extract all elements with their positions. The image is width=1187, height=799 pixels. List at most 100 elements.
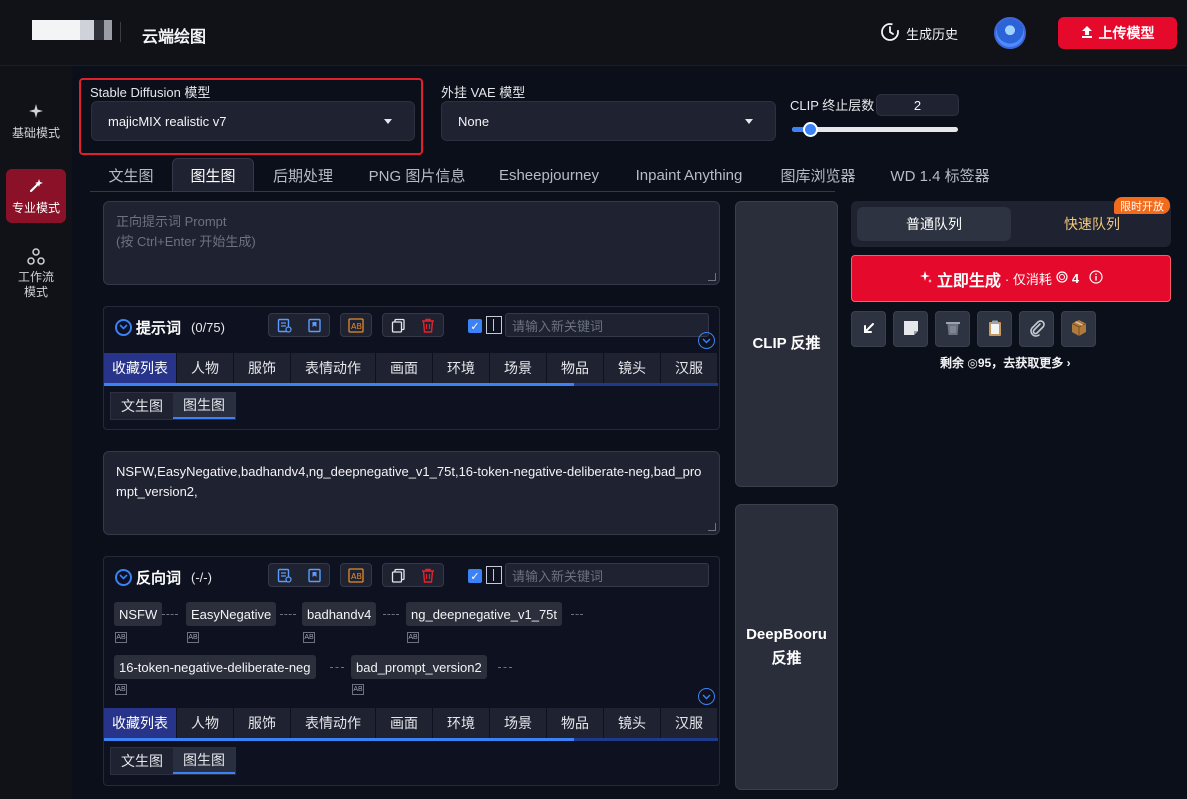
prompt-tool-group-1 — [268, 313, 330, 337]
translate-ab-icon[interactable]: AB — [341, 564, 371, 586]
deepbooru-interrogate-button[interactable]: DeepBooru 反推 — [735, 504, 838, 790]
bookmark-icon[interactable] — [299, 564, 329, 586]
category-hanfu[interactable]: 汉服 — [661, 708, 718, 738]
negative-prompt-textarea[interactable]: NSFW,EasyNegative,badhandv4,ng_deepnegat… — [103, 451, 720, 535]
paste-button[interactable] — [977, 311, 1012, 347]
tab-txt2img[interactable]: 文生图 — [90, 158, 172, 192]
tab-inpaint-anything[interactable]: Inpaint Anything — [624, 158, 754, 192]
nav-label: 工作流模式 — [17, 270, 54, 299]
translate-ab-icon[interactable]: AB — [341, 314, 371, 336]
category-person[interactable]: 人物 — [177, 708, 234, 738]
list-settings-icon[interactable] — [269, 314, 299, 336]
tab-img2img[interactable]: 图生图 — [172, 158, 254, 192]
category-hanfu[interactable]: 汉服 — [661, 353, 718, 383]
category-environment[interactable]: 环境 — [433, 353, 490, 383]
generate-now-button[interactable]: 立即生成 · 仅消耗 4 — [851, 255, 1171, 302]
trash-icon[interactable] — [413, 314, 443, 336]
trash-icon[interactable] — [413, 564, 443, 586]
generate-label: 立即生成 — [936, 272, 1001, 290]
subtab-img2img[interactable]: 图生图 — [173, 393, 235, 419]
negative-tag[interactable]: ng_deepnegative_v1_75t — [406, 602, 563, 626]
attach-button[interactable] — [1019, 311, 1054, 347]
category-clothing[interactable]: 服饰 — [234, 353, 291, 383]
negative-tag[interactable]: NSFW — [114, 602, 163, 626]
negative-keyword-checkbox[interactable]: ✓ — [468, 569, 482, 583]
category-expression[interactable]: 表情动作 — [291, 708, 376, 738]
category-lens[interactable]: 镜头 — [604, 708, 661, 738]
category-person[interactable]: 人物 — [177, 353, 234, 383]
category-scene[interactable]: 场景 — [490, 353, 547, 383]
category-lens[interactable]: 镜头 — [604, 353, 661, 383]
tag-translate-icon[interactable]: AB — [407, 632, 419, 643]
nav-item-basic-mode[interactable]: 基础模式 — [6, 96, 66, 147]
tab-wd-tagger[interactable]: WD 1.4 标签器 — [882, 158, 998, 192]
list-settings-icon[interactable] — [269, 564, 299, 586]
deepbooru-label-line1: DeepBooru — [746, 626, 827, 643]
subtab-txt2img[interactable]: 文生图 — [111, 748, 173, 774]
nav-item-pro-mode[interactable]: 专业模式 — [6, 169, 66, 223]
expand-circle-icon[interactable] — [698, 332, 715, 349]
clip-skip-slider-thumb[interactable] — [803, 122, 818, 137]
note-button[interactable] — [893, 311, 928, 347]
tab-png-info[interactable]: PNG 图片信息 — [360, 158, 474, 192]
brand-logo[interactable] — [32, 20, 112, 40]
get-more-link[interactable]: ，去获取更多 — [991, 356, 1063, 370]
copy-icon[interactable] — [383, 314, 413, 336]
deepbooru-label-line2: 反推 — [771, 650, 802, 667]
negative-tag[interactable]: bad_prompt_version2 — [351, 655, 487, 679]
resize-handle[interactable] — [708, 273, 716, 281]
nav-item-workflow-mode[interactable]: 工作流模式 — [6, 242, 66, 306]
negative-tag[interactable]: EasyNegative — [186, 602, 277, 626]
tag-translate-icon[interactable]: AB — [115, 684, 127, 695]
collapse-chevron-icon[interactable] — [115, 318, 132, 336]
negative-tag[interactable]: badhandv4 — [302, 602, 377, 626]
remaining-credits[interactable]: 剩余 ◎95，去获取更多 › — [940, 354, 1071, 371]
category-scene[interactable]: 场景 — [490, 708, 547, 738]
tag-translate-icon[interactable]: AB — [352, 684, 364, 695]
tag-translate-icon[interactable]: AB — [187, 632, 199, 643]
expand-circle-icon[interactable] — [698, 688, 715, 705]
category-items[interactable]: 物品 — [547, 353, 604, 383]
negative-tag[interactable]: 16-token-negative-deliberate-neg — [114, 655, 316, 679]
prompt-keyword-checkbox[interactable]: ✓ — [468, 319, 482, 333]
positive-prompt-textarea[interactable]: 正向提示词 Prompt (按 Ctrl+Enter 开始生成) — [103, 201, 720, 285]
category-environment[interactable]: 环境 — [433, 708, 490, 738]
resize-handle[interactable] — [708, 523, 716, 531]
tab-esheepjourney[interactable]: Esheepjourney — [490, 158, 608, 192]
vae-model-select[interactable]: None — [441, 101, 776, 141]
history-clock-icon — [880, 22, 900, 45]
send-to-button[interactable] — [851, 311, 886, 347]
category-picture[interactable]: 画面 — [376, 353, 433, 383]
tab-gallery-browser[interactable]: 图库浏览器 — [770, 158, 866, 192]
info-icon[interactable] — [1089, 270, 1103, 287]
copy-icon[interactable] — [383, 564, 413, 586]
bookmark-icon[interactable] — [299, 314, 329, 336]
negative-prompt-text: NSFW,EasyNegative,badhandv4,ng_deepnegat… — [116, 464, 702, 499]
category-favorites[interactable]: 收藏列表 — [104, 708, 177, 738]
arrow-down-left-icon — [862, 321, 876, 338]
tab-postprocess[interactable]: 后期处理 — [260, 158, 346, 192]
package-button[interactable] — [1061, 311, 1096, 347]
clear-button[interactable] — [935, 311, 970, 347]
normal-queue-option[interactable]: 普通队列 — [857, 207, 1011, 241]
subtab-txt2img[interactable]: 文生图 — [111, 393, 173, 419]
generation-history-button[interactable]: 生成历史 — [880, 22, 958, 44]
negative-new-keyword-input[interactable]: 请输入新关键词 — [505, 563, 709, 587]
category-expression[interactable]: 表情动作 — [291, 353, 376, 383]
category-picture[interactable]: 画面 — [376, 708, 433, 738]
category-items[interactable]: 物品 — [547, 708, 604, 738]
collapse-chevron-icon[interactable] — [115, 568, 132, 586]
category-scrollbar[interactable] — [104, 738, 718, 741]
tag-translate-icon[interactable]: AB — [303, 632, 315, 643]
prompt-new-keyword-input[interactable]: 请输入新关键词 — [505, 313, 709, 337]
upload-model-button[interactable]: 上传模型 — [1058, 17, 1177, 49]
user-avatar[interactable] — [994, 17, 1026, 49]
subtab-img2img[interactable]: 图生图 — [173, 748, 235, 774]
tag-connector — [571, 614, 583, 615]
clip-interrogate-button[interactable]: CLIP 反推 — [735, 201, 838, 487]
category-clothing[interactable]: 服饰 — [234, 708, 291, 738]
category-favorites[interactable]: 收藏列表 — [104, 353, 177, 383]
tag-translate-icon[interactable]: AB — [115, 632, 127, 643]
clip-skip-number-input[interactable]: 2 — [876, 94, 959, 116]
category-scrollbar[interactable] — [104, 383, 718, 386]
